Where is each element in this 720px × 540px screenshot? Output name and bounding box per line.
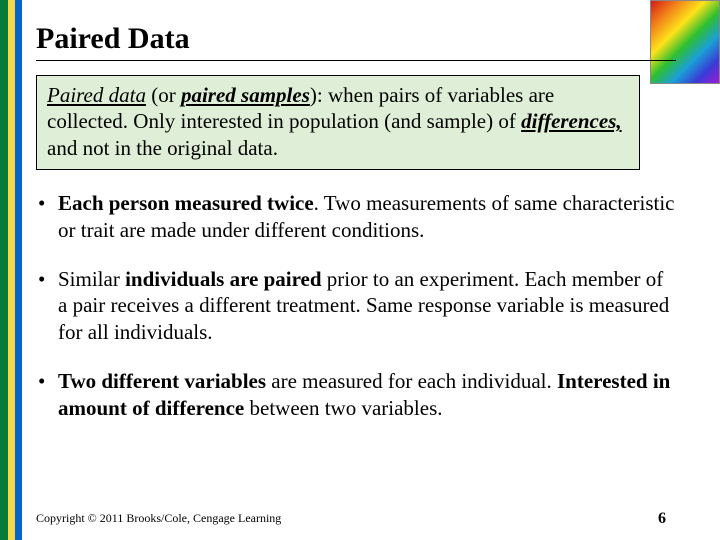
bullet-1-bold: Each person measured twice bbox=[58, 191, 314, 215]
title-rule bbox=[36, 60, 676, 61]
def-rest2: and not in the original data. bbox=[47, 136, 278, 160]
definition-box: Paired data (or paired samples): when pa… bbox=[36, 75, 640, 170]
def-term3: differences, bbox=[521, 109, 622, 133]
bullet-2: Similar individuals are paired prior to … bbox=[36, 266, 676, 347]
bullet-2-bold: individuals are paired bbox=[125, 267, 321, 291]
bullet-2-pre: Similar bbox=[58, 267, 125, 291]
stripe-yellow bbox=[8, 0, 15, 540]
bullet-3: Two different variables are measured for… bbox=[36, 368, 676, 422]
copyright-footer: Copyright © 2011 Brooks/Cole, Cengage Le… bbox=[36, 511, 281, 526]
bullet-3-bold1: Two different variables bbox=[58, 369, 266, 393]
def-paren-post: ): bbox=[310, 83, 323, 107]
slide-content: Paired Data Paired data (or paired sampl… bbox=[36, 22, 676, 444]
stripe-blue bbox=[15, 0, 22, 540]
def-paren-pre: (or bbox=[146, 83, 181, 107]
def-term2: paired samples bbox=[181, 83, 310, 107]
page-number: 6 bbox=[658, 510, 666, 528]
def-term1: Paired data bbox=[47, 83, 146, 107]
side-stripes bbox=[0, 0, 22, 540]
bullet-3-post: between two variables. bbox=[244, 396, 442, 420]
stripe-green bbox=[0, 0, 8, 540]
bullet-3-mid: are measured for each individual. bbox=[266, 369, 557, 393]
bullet-list: Each person measured twice. Two measurem… bbox=[36, 190, 676, 422]
bullet-1: Each person measured twice. Two measurem… bbox=[36, 190, 676, 244]
slide-title: Paired Data bbox=[36, 22, 676, 56]
